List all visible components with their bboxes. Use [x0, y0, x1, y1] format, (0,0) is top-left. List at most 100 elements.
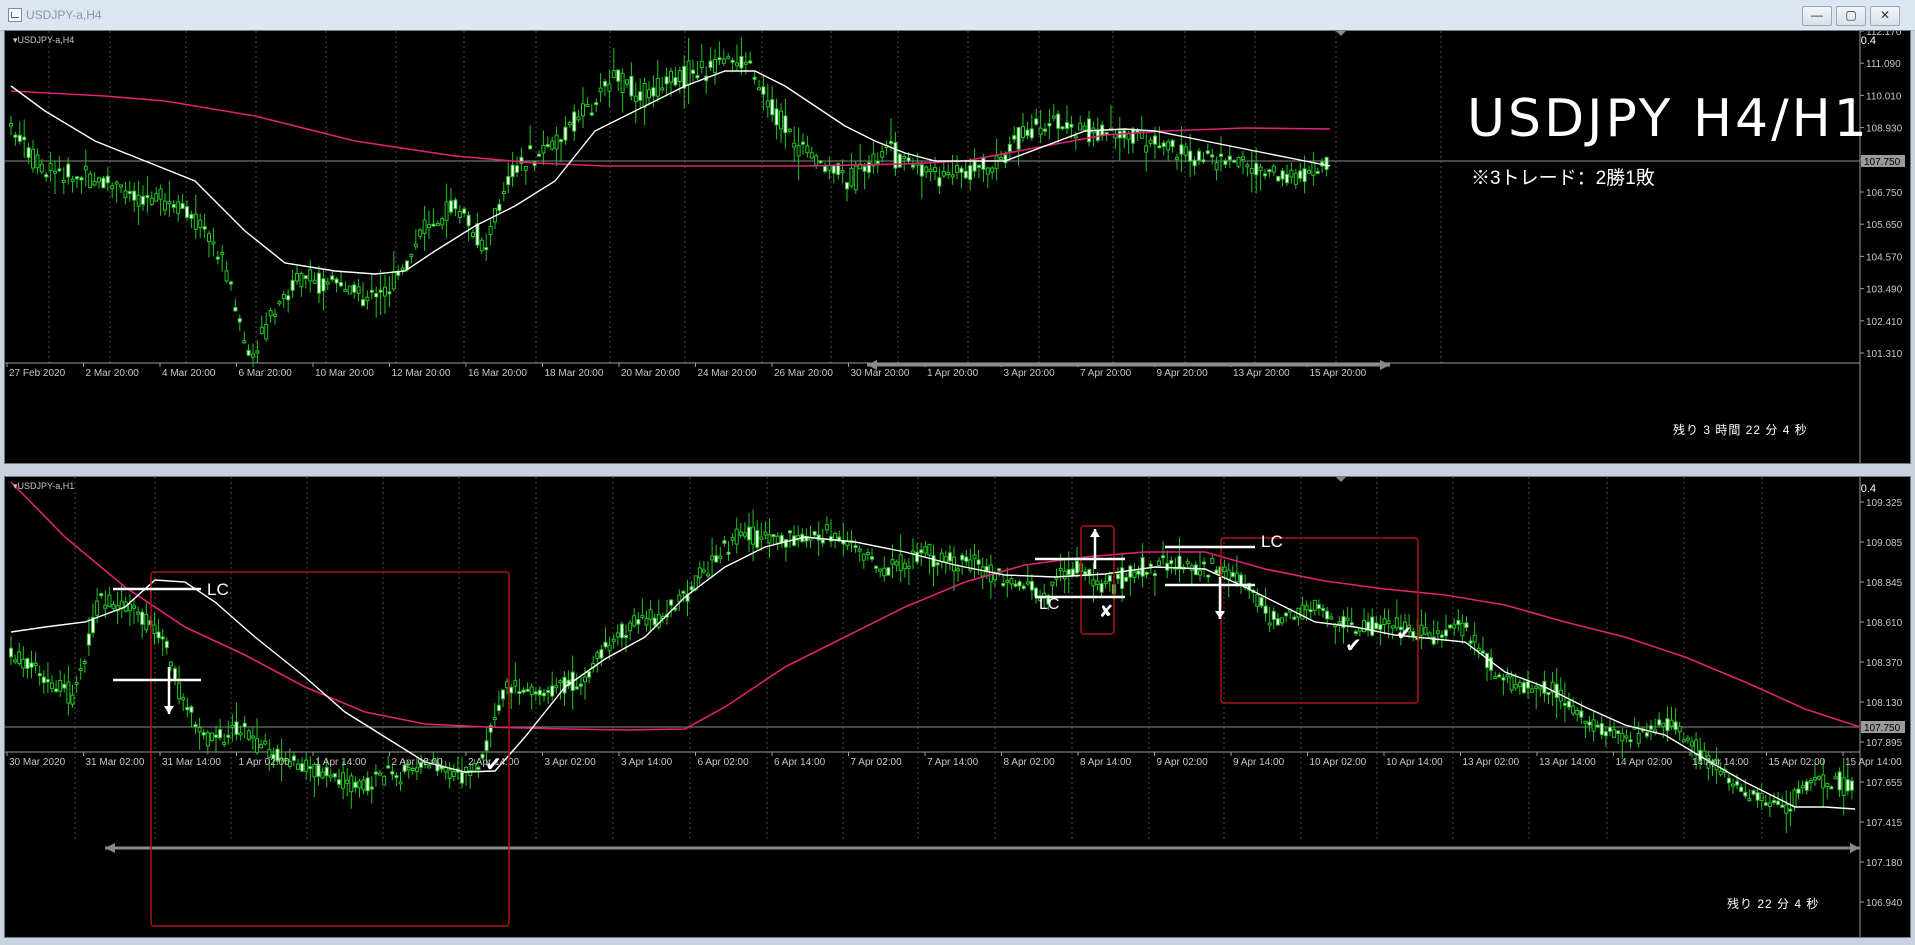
candle-body: [1796, 788, 1801, 794]
candle-body: [237, 318, 242, 323]
candle-body: [1501, 677, 1506, 681]
candle-body: [1784, 804, 1789, 814]
time-tick-label: 3 Apr 14:00: [621, 757, 673, 768]
candle-body: [730, 59, 735, 63]
candle-body: [937, 177, 942, 187]
candle-body: [1293, 172, 1298, 185]
candle-body: [185, 706, 190, 711]
time-tick-label: 27 Feb 2020: [9, 368, 66, 379]
candle-body: [1308, 609, 1313, 613]
candle-body: [1378, 624, 1383, 631]
candle-body: [689, 586, 694, 591]
candle-body: [497, 203, 502, 211]
candle-body: [771, 534, 776, 538]
h4-chart-panel[interactable]: 112.170111.090110.010108.930107.750106.7…: [4, 30, 1911, 464]
h1-chart-panel[interactable]: 109.325 109.085 108.845 108.610 108.370 108.1…: [4, 476, 1911, 938]
close-button[interactable]: ✕: [1870, 6, 1900, 26]
candle-body: [624, 634, 628, 638]
candle-body: [107, 594, 112, 608]
candle-body: [554, 685, 559, 689]
candle-body: [897, 153, 902, 168]
candle-body: [889, 140, 893, 144]
candle-body: [1271, 610, 1276, 621]
candle-body: [1526, 681, 1530, 689]
price-tick-label: 109.085: [1866, 538, 1903, 549]
candle-body: [263, 740, 268, 745]
candle-body: [74, 682, 79, 686]
candle-body: [1183, 146, 1188, 156]
candle-body: [1813, 777, 1817, 781]
candle-body: [308, 269, 313, 282]
candle-body: [525, 688, 530, 692]
candle-body: [251, 353, 255, 358]
candle-body: [1849, 780, 1854, 791]
scroll-left-arrow: [105, 843, 115, 853]
candle-body: [779, 534, 784, 543]
candle-body: [1280, 170, 1285, 180]
candle-body: [299, 273, 304, 288]
candle-body: [259, 744, 264, 749]
candle-body: [220, 251, 225, 255]
candle-body: [1292, 616, 1297, 620]
candle-body: [13, 659, 18, 663]
candle-body: [1821, 774, 1826, 789]
time-tick-label: 9 Apr 02:00: [1157, 757, 1209, 768]
candle-body: [805, 145, 810, 154]
time-tick-label: 3 Apr 20:00: [1004, 368, 1056, 379]
candle-body: [1776, 800, 1781, 806]
candle-body: [198, 219, 203, 228]
time-tick-label: 26 Mar 20:00: [774, 368, 833, 379]
time-tick-label: 4 Mar 20:00: [162, 368, 216, 379]
candle-body: [1214, 569, 1219, 574]
candle-body: [779, 110, 783, 130]
candle-body: [378, 772, 382, 776]
candle-body: [787, 128, 792, 132]
h1-chart-canvas[interactable]: 109.325 109.085 108.845 108.610 108.370 108.1…: [5, 477, 1910, 937]
candle-body: [1289, 169, 1294, 178]
candle-body: [681, 590, 686, 594]
candle-body: [862, 166, 867, 172]
candle-body: [1767, 802, 1772, 807]
candle-body: [422, 219, 427, 234]
candle-body: [509, 686, 514, 694]
candle-body: [701, 569, 706, 573]
candle-body: [181, 697, 186, 701]
candle-body: [988, 564, 993, 583]
candle-body: [636, 619, 641, 625]
candle-body: [324, 766, 329, 777]
candle-body: [757, 87, 761, 91]
candle-body: [330, 275, 335, 281]
candle-body: [1103, 580, 1108, 584]
candle-body: [562, 676, 567, 694]
candle-body: [300, 763, 305, 772]
candle-body: [95, 600, 100, 616]
candle-body: [994, 155, 999, 169]
candle-body: [739, 55, 744, 69]
candle-body: [845, 182, 849, 190]
candle-body: [1153, 135, 1157, 145]
candle-body: [373, 771, 378, 775]
candle-body: [647, 89, 651, 98]
candle-body: [127, 190, 132, 195]
candle-body: [809, 152, 814, 159]
candle-body: [1197, 150, 1201, 161]
candle-body: [1009, 578, 1014, 585]
candle-body: [136, 611, 141, 615]
candle-body: [349, 775, 354, 793]
candle-body: [849, 167, 854, 187]
candle-body: [1321, 608, 1325, 612]
candle-body: [1193, 564, 1198, 576]
candle-body: [1060, 126, 1065, 130]
candle-body: [1435, 630, 1440, 634]
candle-body: [1772, 800, 1776, 804]
candle-body: [1349, 622, 1354, 626]
candle-body: [475, 223, 480, 246]
candle-body: [226, 734, 231, 738]
maximize-button[interactable]: ▢: [1836, 6, 1866, 26]
candle-body: [70, 178, 75, 182]
candle-body: [1021, 126, 1025, 139]
candle-body: [328, 774, 333, 778]
candle-body: [1731, 783, 1735, 787]
candle-body: [176, 201, 181, 214]
minimize-button[interactable]: —: [1802, 6, 1832, 26]
